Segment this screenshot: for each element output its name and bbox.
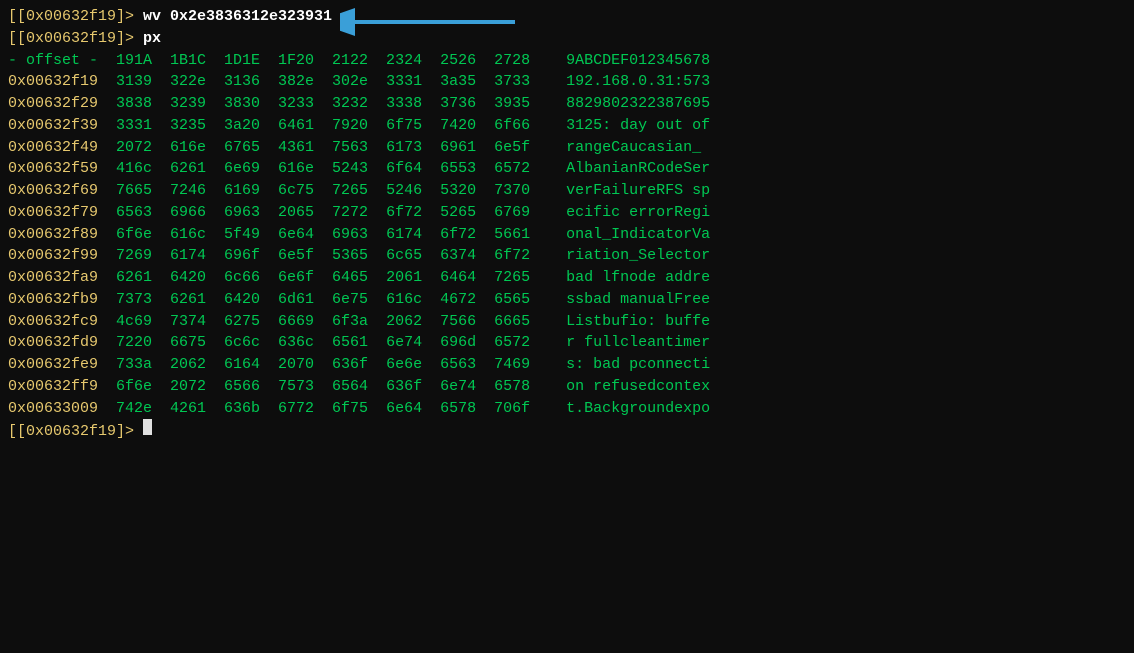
row-address: 0x00632fa9 [8,267,98,289]
row-hex: 7373 6261 6420 6d61 6e75 616c 4672 6565 [98,289,548,311]
table-row: 0x00632f19 3139 322e 3136 382e 302e 3331… [8,71,1126,93]
row-hex: 416c 6261 6e69 616e 5243 6f64 6553 6572 [98,158,548,180]
row-ascii: 3125: day out of [548,115,710,137]
table-row: 0x00632f79 6563 6966 6963 2065 7272 6f72… [8,202,1126,224]
row-ascii: bad lfnode addre [548,267,710,289]
row-ascii: verFailureRFS sp [548,180,710,202]
prompt-1: [[0x00632f19]> [8,6,143,28]
row-address: 0x00632fe9 [8,354,98,376]
row-hex: 7220 6675 6c6c 636c 6561 6e74 696d 6572 [98,332,548,354]
table-row: 0x00632fc9 4c69 7374 6275 6669 6f3a 2062… [8,311,1126,333]
row-address: 0x00632fd9 [8,332,98,354]
row-address: 0x00632fc9 [8,311,98,333]
table-row: 0x00632fd9 7220 6675 6c6c 636c 6561 6e74… [8,332,1126,354]
row-ascii: AlbanianRCodeSer [548,158,710,180]
px-command-line: [[0x00632f19]> px [8,28,1126,50]
row-address: 0x00632f49 [8,137,98,159]
arrow-icon [340,4,520,40]
row-hex: 742e 4261 636b 6772 6f75 6e64 6578 706f [98,398,548,420]
row-address: 0x00632f89 [8,224,98,246]
table-row: 0x00632fe9 733a 2062 6164 2070 636f 6e6e… [8,354,1126,376]
row-hex: 3139 322e 3136 382e 302e 3331 3a35 3733 [98,71,548,93]
hex-header: - offset - 191A 1B1C 1D1E 1F20 2122 2324… [8,50,1126,72]
row-ascii: rangeCaucasian_ [548,137,701,159]
row-hex: 3331 3235 3a20 6461 7920 6f75 7420 6f66 [98,115,548,137]
row-ascii: Listbufio: buffe [548,311,710,333]
table-row: 0x00632f69 7665 7246 6169 6c75 7265 5246… [8,180,1126,202]
row-ascii: s: bad pconnecti [548,354,710,376]
row-address: 0x00632f29 [8,93,98,115]
px-command: px [143,28,161,50]
cursor [143,419,152,435]
row-address: 0x00633009 [8,398,98,420]
table-row: 0x00632fa9 6261 6420 6c66 6e6f 6465 2061… [8,267,1126,289]
wv-command-line: [[0x00632f19]> wv 0x2e3836312e323931 [8,6,1126,28]
wv-command: wv 0x2e3836312e323931 [143,6,332,28]
row-address: 0x00632f79 [8,202,98,224]
row-ascii: r fullcleantimer [548,332,710,354]
row-address: 0x00632f69 [8,180,98,202]
row-ascii: t.Backgroundexpo [548,398,710,420]
row-address: 0x00632fb9 [8,289,98,311]
row-address: 0x00632f99 [8,245,98,267]
table-row: 0x00632f49 2072 616e 6765 4361 7563 6173… [8,137,1126,159]
table-row: 0x00632f99 7269 6174 696f 6e5f 5365 6c65… [8,245,1126,267]
row-ascii: 192.168.0.31:573 [548,71,710,93]
row-hex: 6f6e 2072 6566 7573 6564 636f 6e74 6578 [98,376,548,398]
row-ascii: 8829802322387695 [548,93,710,115]
row-address: 0x00632f59 [8,158,98,180]
row-ascii: ecific errorRegi [548,202,710,224]
table-row: 0x00632f29 3838 3239 3830 3233 3232 3338… [8,93,1126,115]
row-hex: 733a 2062 6164 2070 636f 6e6e 6563 7469 [98,354,548,376]
row-address: 0x00632f19 [8,71,98,93]
row-hex: 6f6e 616c 5f49 6e64 6963 6174 6f72 5661 [98,224,548,246]
row-hex: 3838 3239 3830 3233 3232 3338 3736 3935 [98,93,548,115]
row-ascii: ssbad manualFree [548,289,710,311]
row-ascii: onal_IndicatorVa [548,224,710,246]
row-hex: 6261 6420 6c66 6e6f 6465 2061 6464 7265 [98,267,548,289]
row-hex: 7665 7246 6169 6c75 7265 5246 5320 7370 [98,180,548,202]
row-address: 0x00632f39 [8,115,98,137]
table-row: 0x00632ff9 6f6e 2072 6566 7573 6564 636f… [8,376,1126,398]
prompt-2: [[0x00632f19]> [8,28,143,50]
table-row: 0x00632f39 3331 3235 3a20 6461 7920 6f75… [8,115,1126,137]
header-content: - offset - 191A 1B1C 1D1E 1F20 2122 2324… [8,50,710,72]
table-row: 0x00632f59 416c 6261 6e69 616e 5243 6f64… [8,158,1126,180]
table-row: 0x00632f89 6f6e 616c 5f49 6e64 6963 6174… [8,224,1126,246]
row-hex: 6563 6966 6963 2065 7272 6f72 5265 6769 [98,202,548,224]
row-hex: 7269 6174 696f 6e5f 5365 6c65 6374 6f72 [98,245,548,267]
terminal-window: [[0x00632f19]> wv 0x2e3836312e323931 [[0… [0,0,1134,653]
row-ascii: riation_Selector [548,245,710,267]
row-hex: 2072 616e 6765 4361 7563 6173 6961 6e5f [98,137,548,159]
final-prompt-line: [[0x00632f19]> [8,419,1126,443]
final-prompt: [[0x00632f19]> [8,421,143,443]
row-hex: 4c69 7374 6275 6669 6f3a 2062 7566 6665 [98,311,548,333]
table-row: 0x00632fb9 7373 6261 6420 6d61 6e75 616c… [8,289,1126,311]
row-ascii: on refusedcontex [548,376,710,398]
table-row: 0x00633009 742e 4261 636b 6772 6f75 6e64… [8,398,1126,420]
hex-data-rows: 0x00632f19 3139 322e 3136 382e 302e 3331… [8,71,1126,419]
row-address: 0x00632ff9 [8,376,98,398]
